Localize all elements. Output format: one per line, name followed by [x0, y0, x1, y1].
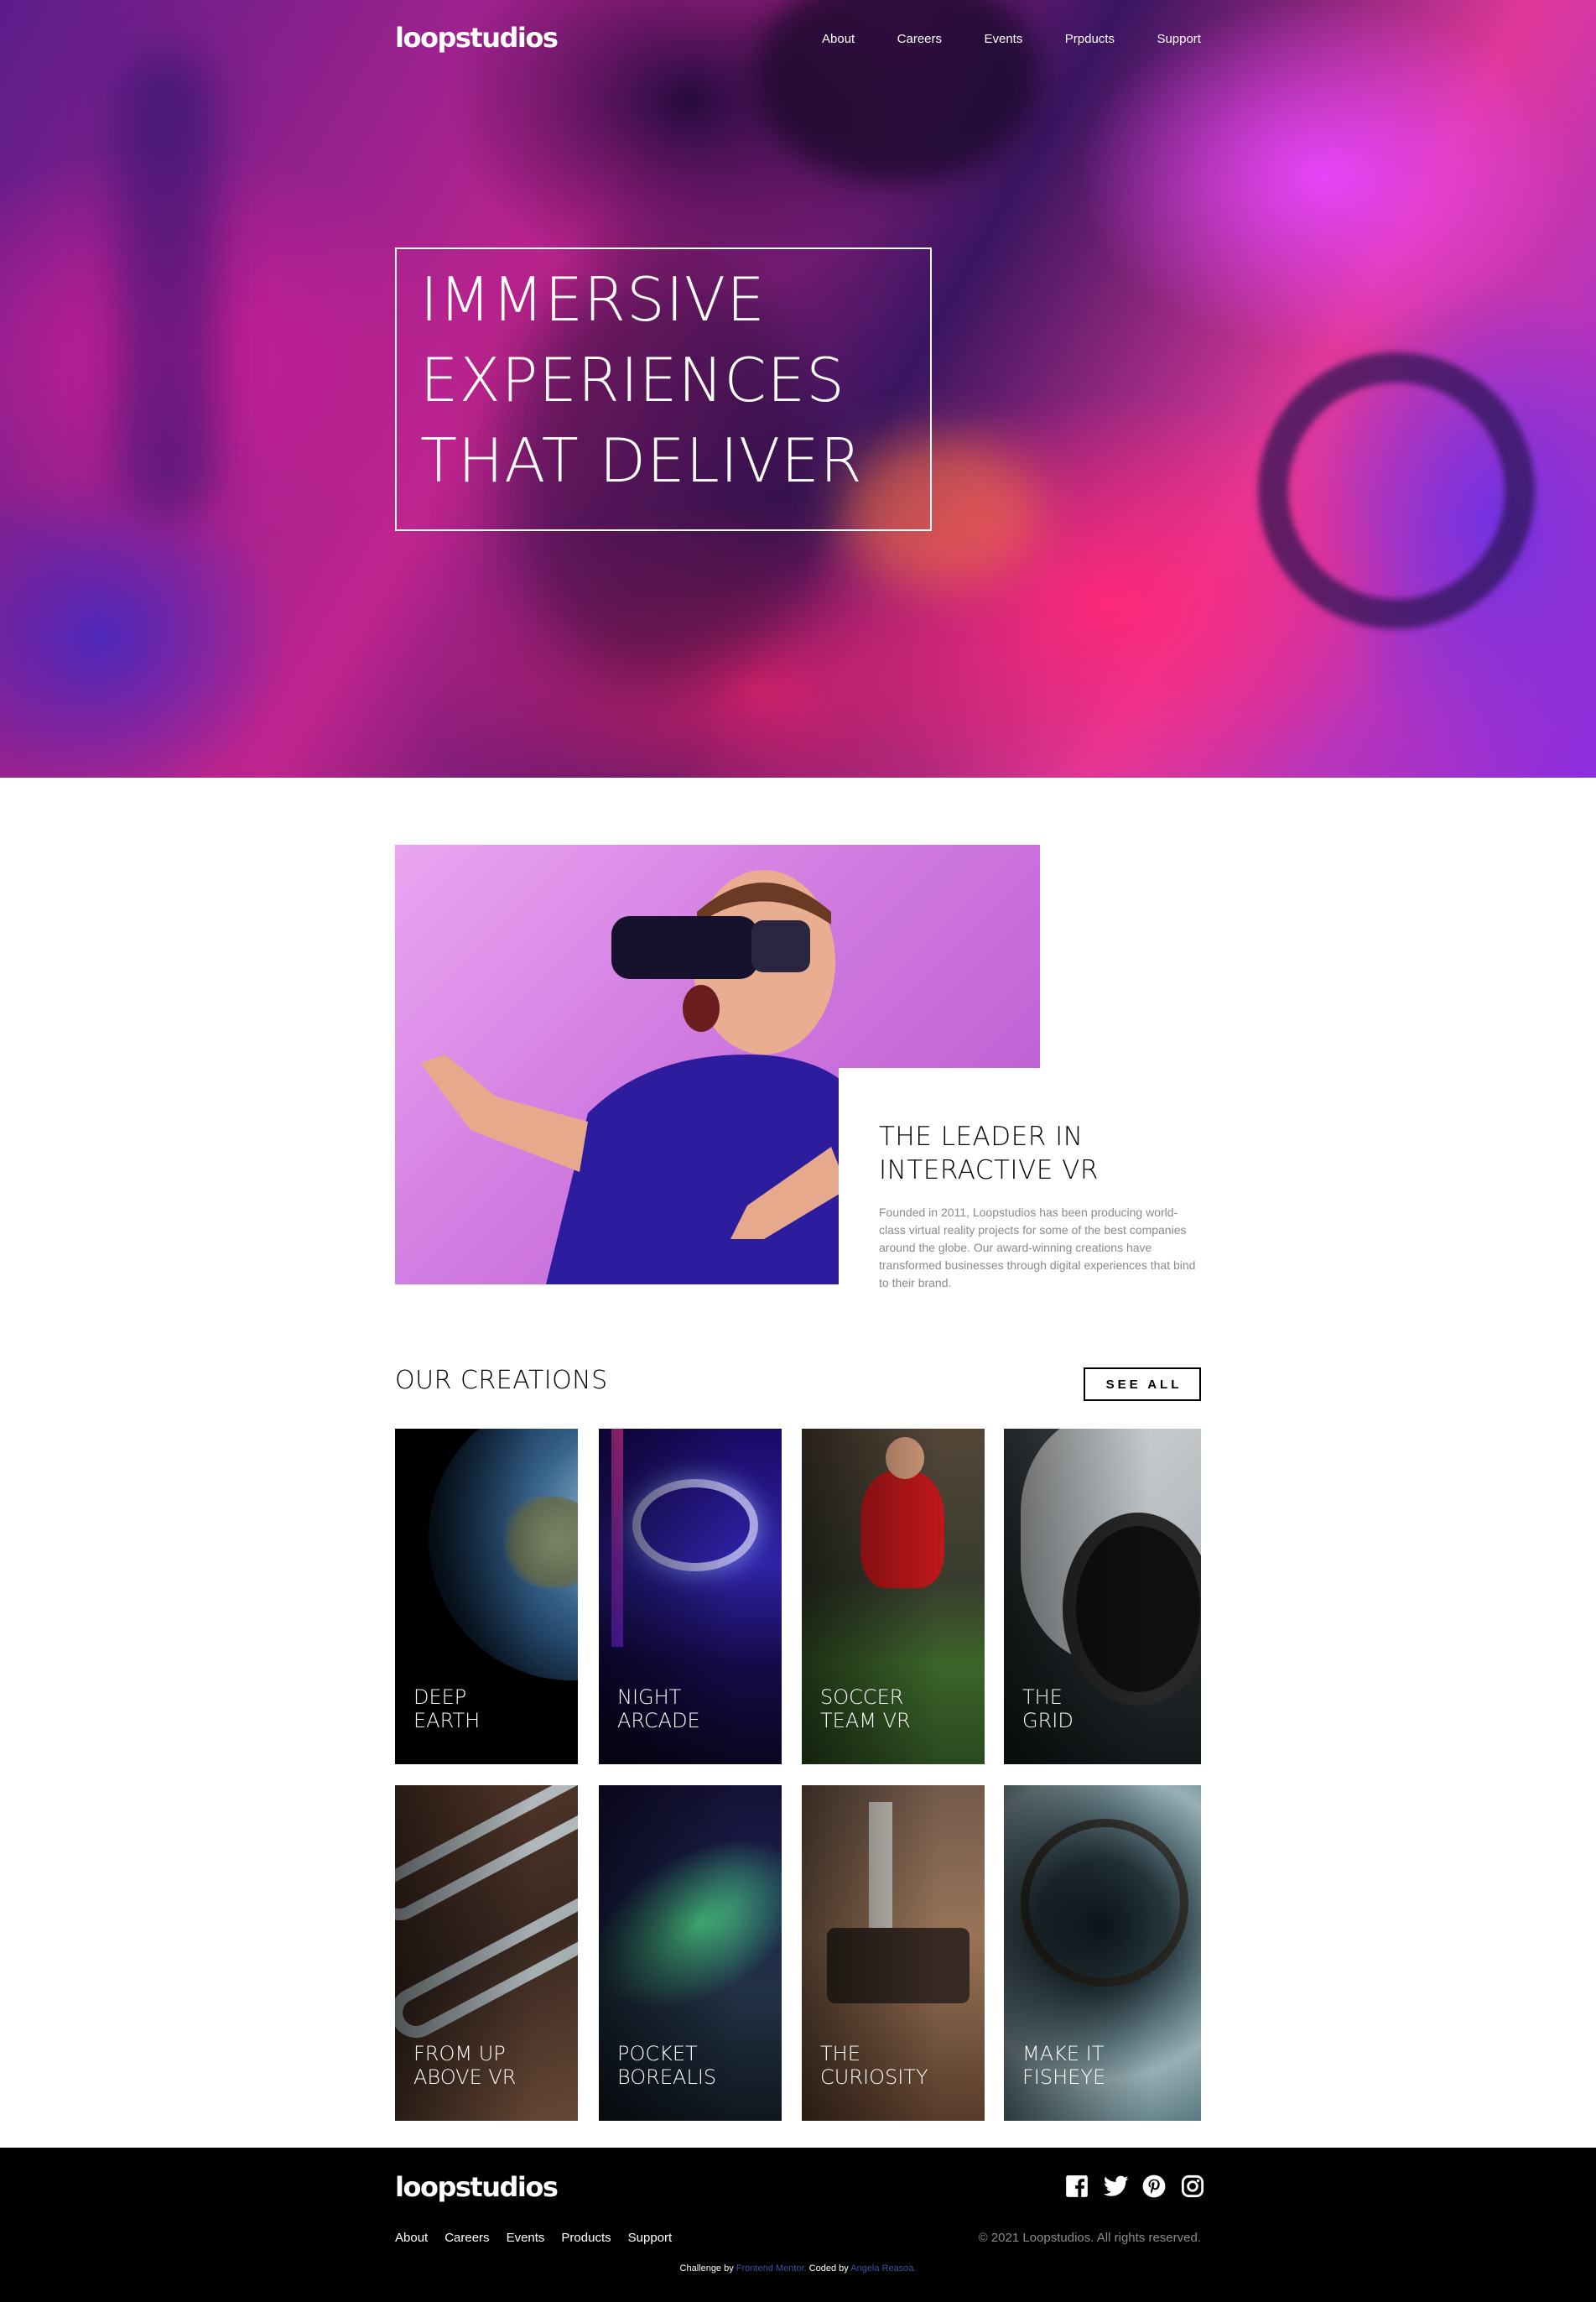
social-links	[1065, 2174, 1204, 2198]
nav-links: About Careers Events Prpducts Support	[822, 32, 1201, 46]
top-navigation: loopstudios About Careers Events Prpduct…	[0, 0, 1596, 84]
creation-card-night-arcade[interactable]: NIGHT ARCADE	[599, 1429, 782, 1764]
intro-title: THE LEADER IN INTERACTIVE VR	[879, 1122, 1099, 1185]
nav-link-about[interactable]: About	[822, 32, 855, 46]
creation-label: POCKET BOREALIS	[617, 2042, 717, 2089]
site-logo[interactable]: loopstudios	[395, 22, 559, 54]
twitter-icon[interactable]	[1103, 2174, 1129, 2198]
creation-label: MAKE IT FISHEYE	[1022, 2042, 1106, 2089]
creation-label: DEEP EARTH	[413, 1685, 481, 1732]
intro-body: Founded in 2011, Loopstudios has been pr…	[879, 1206, 1196, 1289]
creation-card-from-up-above-vr[interactable]: FROM UP ABOVE VR	[395, 1785, 578, 2121]
nav-link-products[interactable]: Prpducts	[1065, 32, 1115, 46]
creation-card-the-curiosity[interactable]: THE CURIOSITY	[802, 1785, 985, 2121]
nav-link-events[interactable]: Events	[984, 32, 1022, 46]
hero-steering-wheel-shape	[1258, 352, 1535, 629]
footer-logo[interactable]: loopstudios	[395, 2171, 559, 2203]
creation-card-deep-earth[interactable]: DEEP EARTH	[395, 1429, 578, 1764]
challenge-prefix: Challenge by	[679, 2263, 734, 2273]
coded-link[interactable]: Angela Reasoa.	[850, 2263, 916, 2273]
instagram-icon[interactable]	[1181, 2174, 1204, 2198]
footer-link-about[interactable]: About	[395, 2231, 428, 2245]
challenge-link[interactable]: Frontend Mentor.	[736, 2263, 807, 2273]
pinterest-icon[interactable]	[1142, 2174, 1166, 2198]
creation-card-soccer-team-vr[interactable]: SOCCER TEAM VR	[802, 1429, 985, 1764]
see-all-button[interactable]: SEE ALL	[1084, 1367, 1201, 1401]
nav-link-careers[interactable]: Careers	[897, 32, 942, 46]
hero-headline: IMMERSIVE EXPERIENCES THAT DELIVER	[420, 264, 863, 496]
creations-title: OUR CREATIONS	[395, 1366, 608, 1395]
intro-text-card: THE LEADER IN INTERACTIVE VR Founded in …	[839, 1068, 1201, 1294]
copyright-text: © 2021 Loopstudios. All rights reserved.	[978, 2231, 1201, 2245]
creation-label: THE CURIOSITY	[820, 2042, 928, 2089]
hero-background-shape	[117, 50, 218, 520]
footer-link-careers[interactable]: Careers	[444, 2231, 489, 2245]
attribution: Challenge by Frontend Mentor. Coded by A…	[0, 2263, 1596, 2273]
creation-label: NIGHT ARCADE	[617, 1685, 700, 1732]
hero-headline-box: IMMERSIVE EXPERIENCES THAT DELIVER	[395, 247, 932, 531]
creation-card-make-it-fisheye[interactable]: MAKE IT FISHEYE	[1004, 1785, 1201, 2121]
nav-link-support[interactable]: Support	[1157, 32, 1201, 46]
footer-link-support[interactable]: Support	[628, 2231, 673, 2245]
footer-link-products[interactable]: Products	[561, 2231, 611, 2245]
coded-prefix: Coded by	[808, 2263, 849, 2273]
creation-label: SOCCER TEAM VR	[820, 1685, 911, 1732]
creation-label: FROM UP ABOVE VR	[413, 2042, 517, 2089]
facebook-icon[interactable]	[1065, 2174, 1089, 2198]
creation-label: THE GRID	[1022, 1685, 1074, 1732]
site-footer: loopstudios About Careers Events Product…	[0, 2148, 1596, 2302]
creation-card-pocket-borealis[interactable]: POCKET BOREALIS	[599, 1785, 782, 2121]
creation-card-the-grid[interactable]: THE GRID	[1004, 1429, 1201, 1764]
hero-section: loopstudios About Careers Events Prpduct…	[0, 0, 1596, 778]
footer-links: About Careers Events Products Support	[395, 2231, 672, 2245]
footer-link-events[interactable]: Events	[507, 2231, 545, 2245]
